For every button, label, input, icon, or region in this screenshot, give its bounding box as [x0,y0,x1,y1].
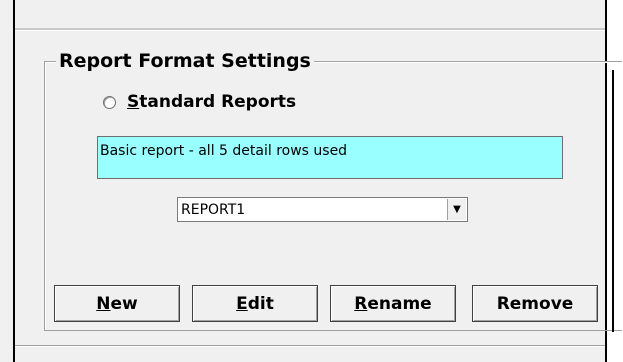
window-left-edge [13,0,15,362]
edit-button[interactable]: Edit [192,285,318,322]
report-description: Basic report - all 5 detail rows used [97,136,563,179]
new-button[interactable]: New [54,285,180,322]
report-select-value: REPORT1 [181,201,246,218]
rename-mnemonic: R [354,293,368,314]
remove-button[interactable]: Remove [472,285,598,322]
standard-reports-mnemonic: S [127,92,140,112]
inner-right-edge [612,70,614,332]
top-area [15,0,605,28]
rename-button[interactable]: Rename [330,285,456,322]
standard-reports-label-rest: tandard Reports [139,92,297,112]
chevron-down-icon[interactable]: ▼ [447,199,466,220]
report-select[interactable]: REPORT1 ▼ [177,197,468,222]
edit-label-rest: dit [247,293,274,314]
top-separator-highlight [15,30,605,31]
groupbox-title: Report Format Settings [56,48,314,74]
standard-reports-label[interactable]: Standard Reports [127,92,296,112]
new-label-rest: ew [110,293,138,314]
standard-reports-option[interactable]: Standard Reports [103,92,296,112]
bottom-separator-highlight [15,346,605,347]
standard-reports-radio[interactable] [103,95,116,109]
rename-label-rest: ename [367,293,432,314]
new-mnemonic: N [96,293,111,314]
edit-mnemonic: E [236,293,248,314]
